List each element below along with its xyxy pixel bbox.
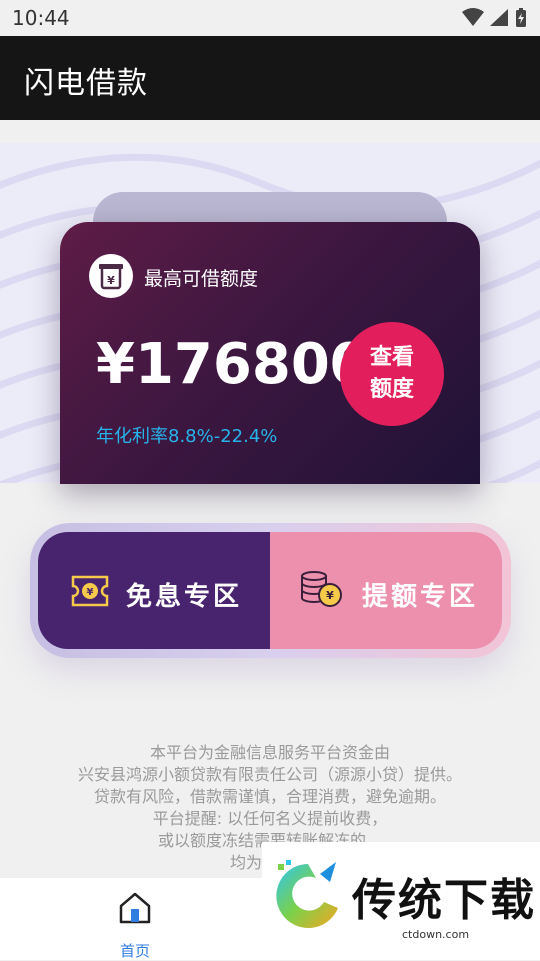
watermark-logo-icon bbox=[276, 860, 338, 928]
nav-home-label: 首页 bbox=[119, 942, 150, 960]
disclaimer-line: 平台提醒: 以任何名义提前收费， bbox=[152, 809, 388, 828]
status-icons bbox=[462, 8, 526, 27]
signal-icon bbox=[490, 9, 508, 26]
disclaimer-line: 兴安县鸿源小额贷款有限责任公司（源源小贷）提供。 bbox=[77, 765, 462, 784]
watermark-name: 传统下载 bbox=[352, 875, 536, 926]
svg-text:¥: ¥ bbox=[107, 274, 115, 287]
interest-rate: 年化利率8.8%-22.4% bbox=[96, 426, 278, 447]
interest-free-zone-button[interactable]: ¥ 免息专区 bbox=[38, 532, 270, 649]
view-limit-button[interactable]: 查看额度 bbox=[340, 322, 444, 426]
status-bar: 10:44 bbox=[0, 0, 540, 36]
home-icon bbox=[119, 892, 151, 924]
disclaimer-line: 贷款有风险，借款需谨慎，合理消费，避免逾期。 bbox=[93, 787, 446, 806]
disclaimer-line: 本平台为金融信息服务平台资金由 bbox=[149, 743, 390, 762]
card-label: 最高可借额度 bbox=[144, 268, 259, 290]
ticket-icon: ¥ bbox=[71, 575, 109, 607]
limit-increase-zone-label: 提额专区 bbox=[362, 582, 479, 612]
credit-amount: ¥176800 bbox=[96, 332, 369, 397]
app-title: 闪电借款 bbox=[24, 66, 148, 101]
watermark: 传统下载 ctdown.com bbox=[262, 842, 540, 960]
nav-home[interactable]: 首页 bbox=[95, 888, 175, 960]
credit-limit-card: ¥ 最高可借额度 ¥176800 查看额度 年化利率8.8%-22.4% bbox=[60, 222, 480, 484]
receipt-icon: ¥ bbox=[89, 254, 133, 298]
coin-stack-icon: ¥ bbox=[301, 571, 342, 607]
view-limit-label: 查看额度 bbox=[369, 345, 414, 402]
battery-icon bbox=[516, 8, 526, 27]
svg-text:¥: ¥ bbox=[326, 589, 334, 602]
status-time: 10:44 bbox=[12, 6, 70, 30]
limit-increase-zone-button[interactable]: ¥ 提额专区 bbox=[270, 532, 502, 649]
wifi-icon bbox=[462, 8, 484, 26]
watermark-url: ctdown.com bbox=[402, 928, 470, 941]
interest-free-zone-label: 免息专区 bbox=[126, 582, 243, 612]
app-bar: 闪电借款 bbox=[0, 36, 540, 120]
svg-text:¥: ¥ bbox=[87, 587, 94, 598]
